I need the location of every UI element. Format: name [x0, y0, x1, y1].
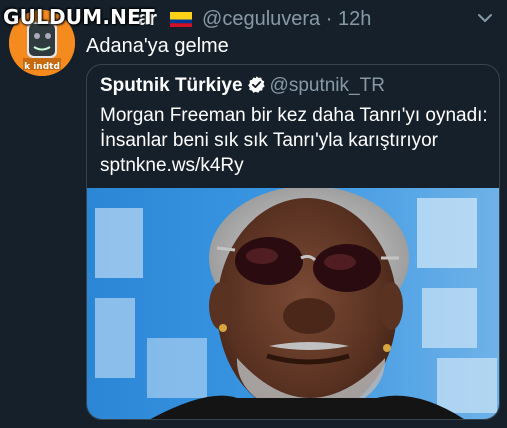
- verified-badge-icon: [247, 76, 265, 93]
- chevron-down-icon[interactable]: [475, 10, 495, 26]
- separator: ·: [325, 8, 333, 30]
- tweet[interactable]: GULDUM.NET k indtd ar @ceguluvera · 12h …: [0, 0, 507, 428]
- quote-text: Morgan Freeman bir kez daha Tanrı'yı oyn…: [100, 105, 488, 176]
- colombia-flag-icon: [170, 12, 193, 27]
- quote-author-name[interactable]: Sputnik Türkiye: [100, 75, 243, 96]
- watermark: GULDUM.NET: [3, 5, 155, 29]
- avatar-text: k indtd: [24, 62, 60, 72]
- quoted-tweet-card[interactable]: Sputnik Türkiye @sputnik_TR Morgan Freem…: [86, 64, 500, 420]
- timestamp[interactable]: 12h: [338, 8, 371, 30]
- quote-author-handle[interactable]: @sputnik_TR: [270, 75, 385, 96]
- quote-header: Sputnik Türkiye @sputnik_TR: [100, 74, 385, 98]
- tweet-text: Adana'ya gelme: [86, 35, 229, 57]
- author-handle[interactable]: @ceguluvera: [202, 8, 320, 30]
- portrait-photo[interactable]: [87, 188, 500, 420]
